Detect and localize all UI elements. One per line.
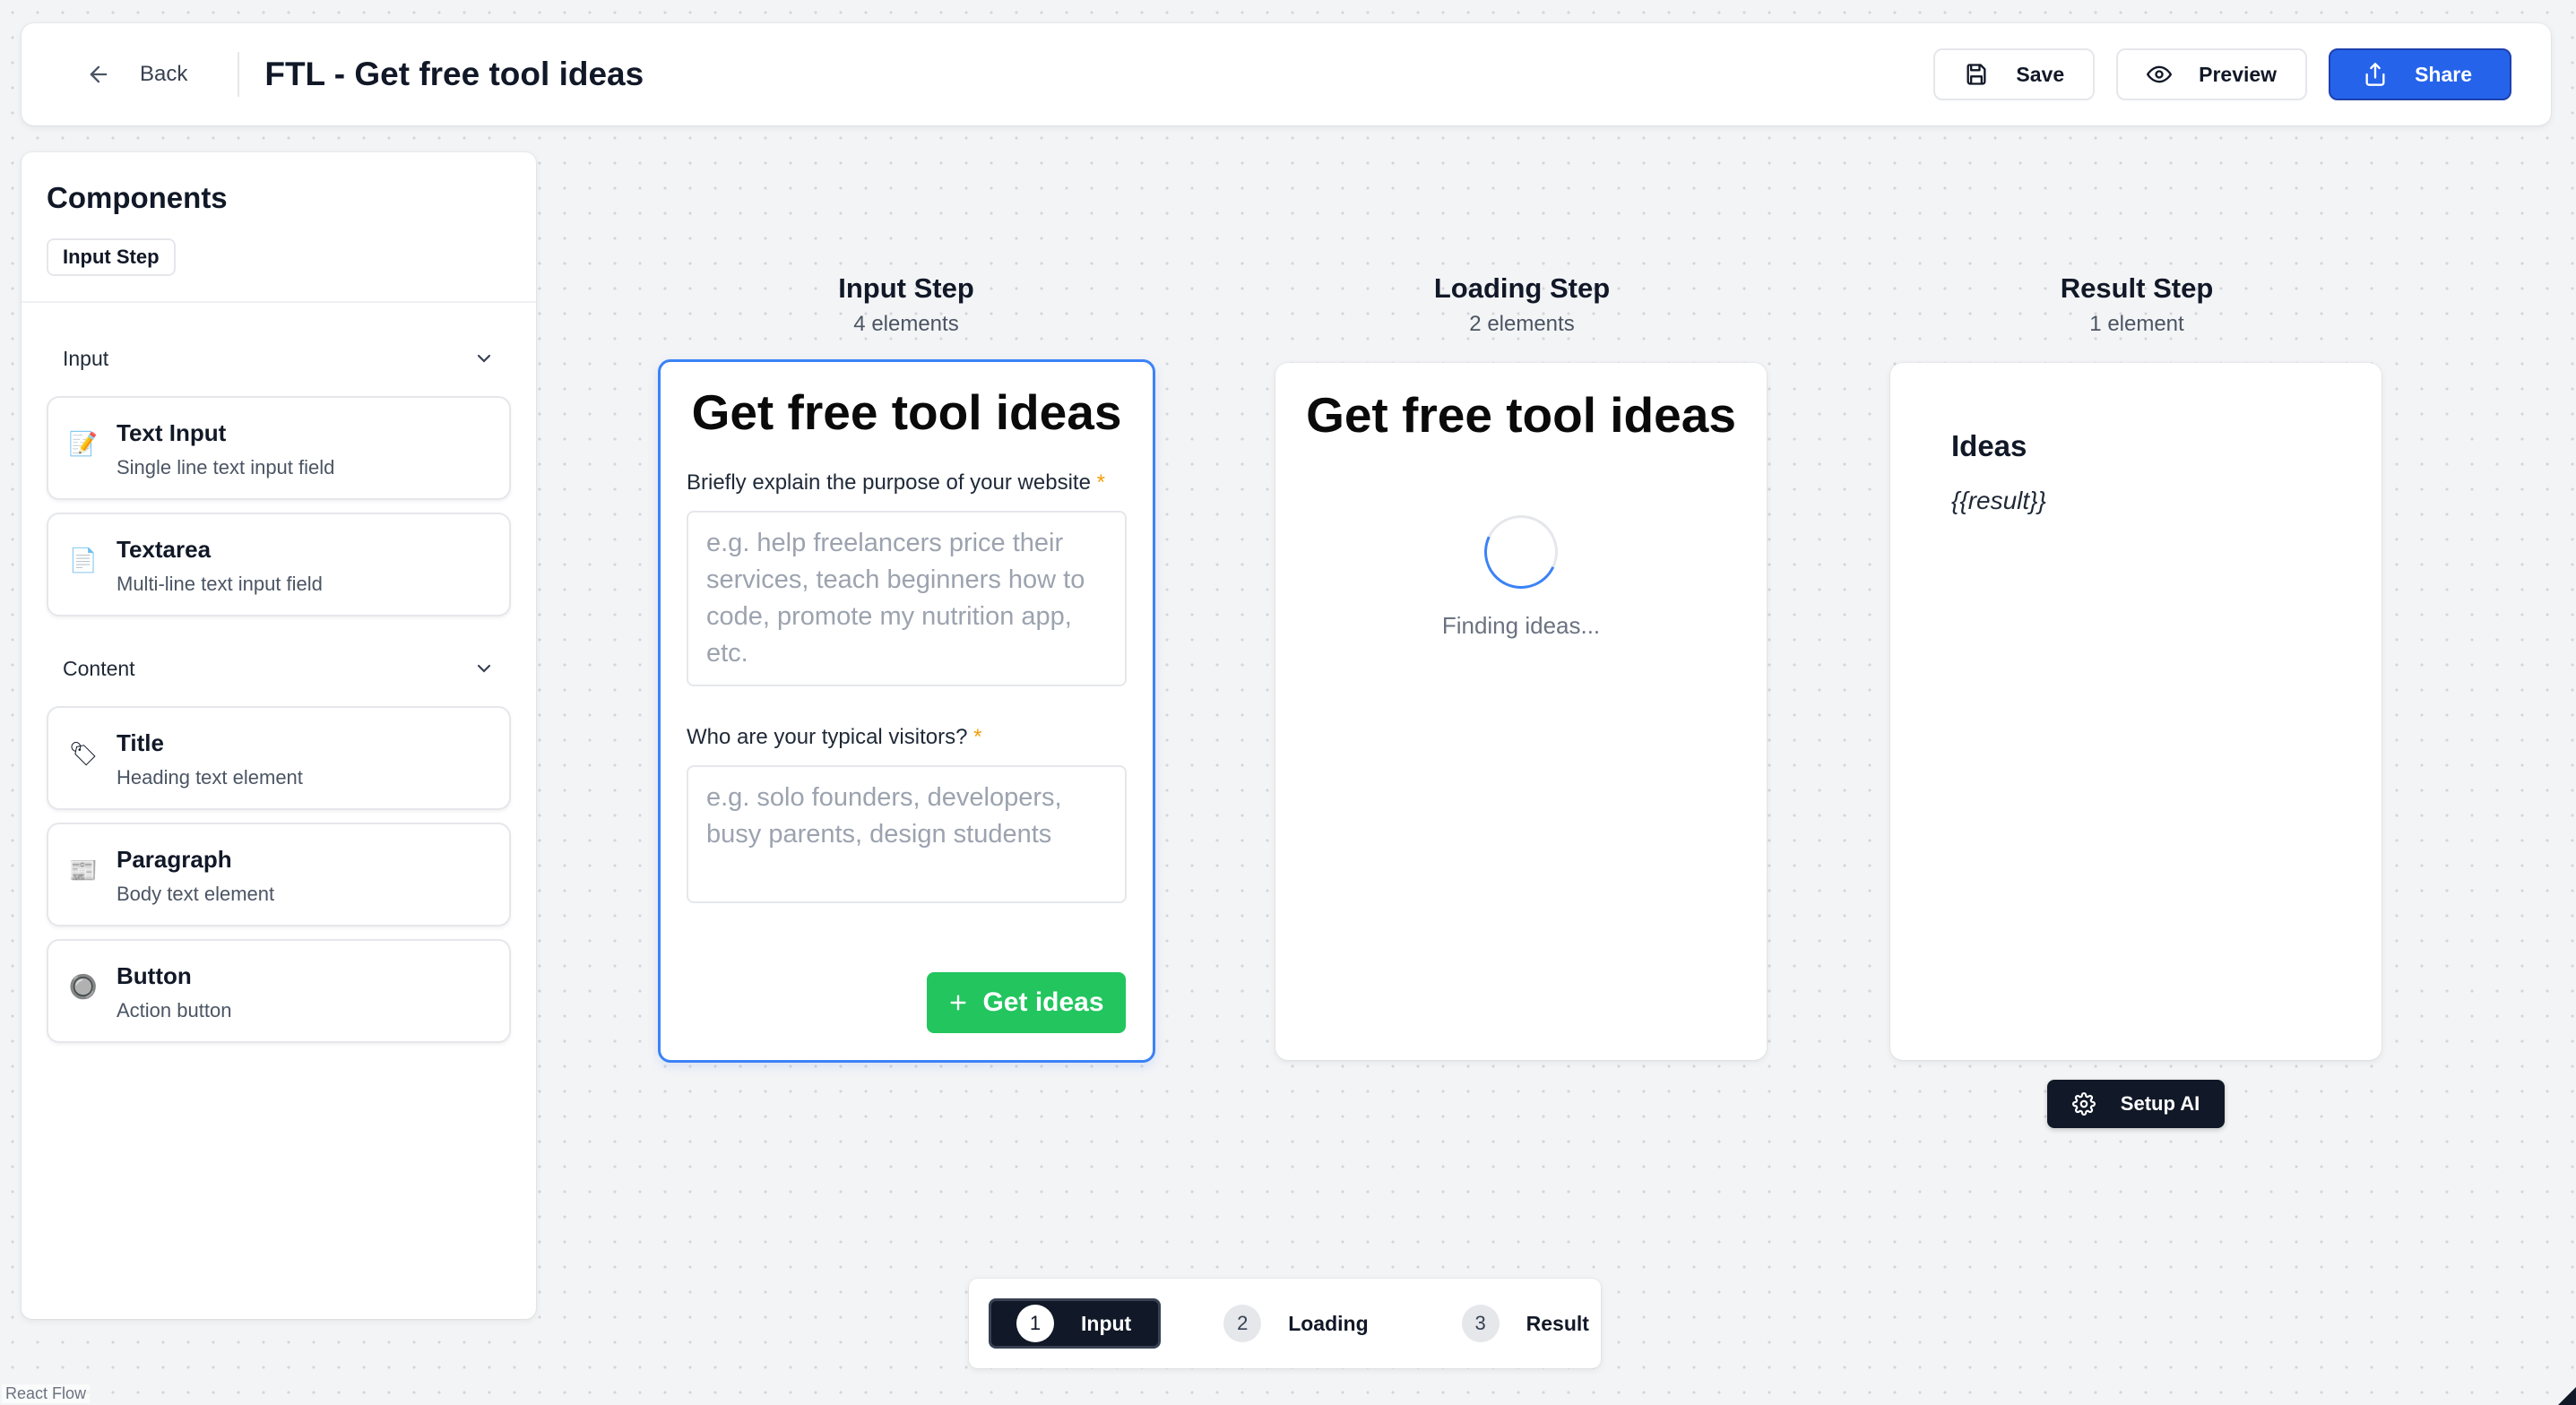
setup-ai-button[interactable]: Setup AI [2047, 1080, 2225, 1128]
step-heading: Result Step [2060, 272, 2214, 304]
step-number: 2 [1223, 1305, 1262, 1342]
share-label: Share [2415, 62, 2472, 86]
step-heading: Input Step [838, 272, 974, 304]
stepper-item-input[interactable]: 1 Input [989, 1298, 1162, 1349]
stepper-item-loading[interactable]: 2 Loading [1197, 1298, 1398, 1349]
field-label-text: Who are your typical visitors? [687, 725, 968, 749]
step-label: Input [1081, 1311, 1132, 1335]
component-name: Button [117, 962, 192, 989]
step-label: Loading [1288, 1311, 1369, 1335]
loading-spinner-icon [1474, 504, 1569, 599]
section-content-label: Content [63, 656, 135, 680]
save-icon [1967, 64, 1986, 85]
back-button[interactable]: Back [86, 62, 187, 87]
step-element-count: 4 elements [853, 312, 959, 336]
visitors-textarea[interactable]: e.g. solo founders, developers, busy par… [687, 765, 1127, 903]
eye-icon [2147, 65, 2173, 83]
topbar-actions: Save Preview Share [1933, 48, 2511, 100]
gear-icon [2071, 1092, 2096, 1116]
component-name: Paragraph [117, 846, 232, 873]
setup-ai-label: Setup AI [2120, 1092, 2200, 1115]
required-marker: * [973, 725, 982, 749]
component-name: Textarea [117, 536, 212, 563]
page-title: FTL - Get free tool ideas [264, 56, 644, 92]
component-name: Title [117, 729, 164, 756]
newspaper-icon: 📰 [68, 857, 99, 884]
component-desc: Heading text element [117, 766, 303, 789]
input-step-header: Input Step 4 elements [660, 272, 1153, 337]
result-variable: {{result}} [1951, 487, 2046, 514]
card-title: Get free tool ideas [691, 384, 1122, 440]
header-divider [238, 52, 240, 97]
step-heading: Loading Step [1433, 272, 1611, 304]
save-label: Save [2016, 62, 2065, 86]
section-content-toggle[interactable]: Content [22, 642, 536, 695]
result-step-card[interactable]: Ideas {{result}} [1890, 363, 2382, 1060]
step-number: 1 [1016, 1305, 1054, 1342]
chevron-down-icon [477, 664, 491, 673]
component-title[interactable]: 🏷 Title Heading text element [47, 706, 511, 810]
component-name: Text Input [117, 419, 227, 446]
active-step-badge: Input Step [47, 238, 176, 276]
visitors-placeholder: e.g. solo founders, developers, busy par… [706, 783, 1062, 849]
required-marker: * [1096, 470, 1105, 495]
label-tag-icon: 🏷 [68, 740, 99, 767]
get-ideas-button[interactable]: Get ideas [927, 972, 1126, 1033]
chevron-down-icon [477, 354, 491, 363]
top-bar: Back FTL - Get free tool ideas Save Prev… [22, 23, 2551, 125]
input-step-card[interactable]: Get free tool ideas Briefly explain the … [658, 359, 1155, 1063]
result-step-header: Result Step 1 element [1890, 272, 2383, 337]
get-ideas-label: Get ideas [982, 987, 1104, 1017]
stepper-item-result[interactable]: 3 Result [1435, 1298, 1620, 1349]
step-navigator: 1 Input 2 Loading 3 Result [969, 1279, 1601, 1368]
component-paragraph[interactable]: 📰 Paragraph Body text element [47, 823, 511, 927]
component-button[interactable]: 🔘 Button Action button [47, 939, 511, 1043]
field-label-text: Briefly explain the purpose of your webs… [687, 470, 1091, 495]
field-label: Briefly explain the purpose of your webs… [687, 468, 1127, 498]
sidebar-title: Components [47, 181, 228, 214]
loading-text: Finding ideas... [1441, 612, 1601, 639]
save-button[interactable]: Save [1933, 48, 2096, 100]
card-title: Get free tool ideas [1306, 387, 1736, 443]
preview-button[interactable]: Preview [2116, 48, 2308, 100]
section-input-toggle[interactable]: Input [22, 332, 536, 385]
plus-icon [950, 995, 966, 1011]
result-heading: Ideas [1951, 429, 2027, 462]
step-element-count: 1 element [2089, 312, 2184, 336]
components-sidebar: Components Input Step Input 📝 Text Input… [22, 152, 536, 1319]
arrow-left-icon [90, 65, 108, 83]
component-desc: Multi-line text input field [117, 573, 323, 595]
share-button[interactable]: Share [2329, 48, 2511, 100]
share-icon [2365, 63, 2385, 86]
section-input-label: Input [63, 346, 109, 370]
sidebar-header: Components Input Step [22, 152, 536, 303]
document-icon: 📄 [68, 547, 99, 573]
radio-button-icon: 🔘 [68, 973, 99, 1000]
step-element-count: 2 elements [1469, 312, 1575, 336]
loading-step-header: Loading Step 2 elements [1275, 272, 1768, 337]
purpose-textarea[interactable]: e.g. help freelancers price their servic… [687, 511, 1127, 686]
component-text-input[interactable]: 📝 Text Input Single line text input fiel… [47, 396, 511, 500]
step-number: 3 [1461, 1305, 1500, 1342]
component-desc: Body text element [117, 883, 275, 905]
component-textarea[interactable]: 📄 Textarea Multi-line text input field [47, 513, 511, 616]
back-label: Back [140, 62, 188, 86]
react-flow-attribution[interactable]: React Flow [2, 1384, 91, 1403]
memo-icon: 📝 [68, 430, 99, 457]
corner-resize-icon [2558, 1387, 2576, 1405]
field-label: Who are your typical visitors? * [687, 722, 1127, 753]
component-desc: Action button [117, 999, 232, 1021]
preview-label: Preview [2199, 62, 2278, 86]
purpose-placeholder: e.g. help freelancers price their servic… [706, 529, 1085, 668]
step-label: Result [1526, 1311, 1589, 1335]
component-desc: Single line text input field [117, 456, 335, 478]
loading-step-card[interactable]: Get free tool ideas Finding ideas... [1275, 363, 1767, 1060]
